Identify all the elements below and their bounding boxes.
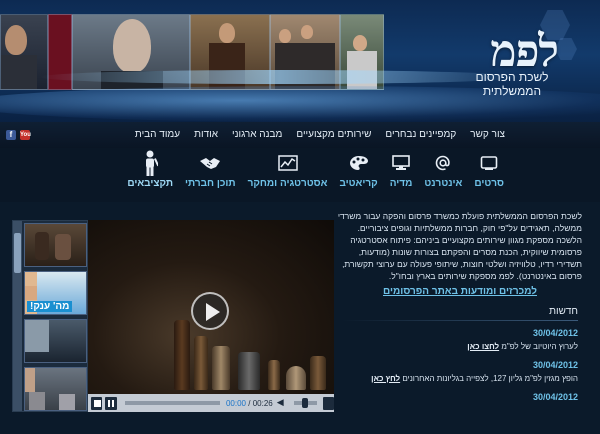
nav-links: עמוד הבית אודות מבנה ארגוני שירותים מקצו… — [135, 129, 505, 140]
pause-button[interactable] — [105, 396, 117, 410]
logo-subtitle: לשכת הפרסום — [475, 70, 549, 84]
video-frame — [286, 366, 306, 390]
video-progress-bar[interactable] — [124, 401, 220, 405]
main-nav: f You עמוד הבית אודות מבנה ארגוני שירותי… — [0, 122, 600, 148]
video-frame — [238, 352, 260, 390]
video-frame — [268, 360, 280, 390]
news-title: חדשות — [549, 306, 578, 317]
video-thumbnail[interactable] — [24, 367, 87, 411]
news-date: 30/04/2012 — [532, 392, 578, 402]
video-player[interactable] — [88, 220, 334, 412]
news-text-body: הופץ מגזין לפ"מ גליון 127, לצפייה בגליונ… — [402, 374, 578, 383]
service-label: קריאטיב — [339, 178, 378, 189]
thumbnail-scrollbar[interactable] — [13, 221, 22, 411]
services-bar: תקציבאים תוכן חברתי אסטרטגיה ומחקר קריאט… — [127, 150, 504, 196]
service-account-managers[interactable]: תקציבאים — [127, 150, 173, 196]
chart-icon — [277, 150, 298, 176]
video-thumbnail[interactable] — [24, 223, 87, 267]
nav-item-home[interactable]: עמוד הבית — [135, 129, 180, 140]
service-label: אסטרטגיה ומחקר — [247, 178, 328, 189]
nav-item-services[interactable]: שירותים מקצועיים — [296, 129, 371, 140]
total-time: 00:26 — [252, 398, 273, 408]
news-date: 30/04/2012 — [532, 328, 578, 338]
stop-button[interactable] — [91, 396, 103, 410]
hexagon-decoration — [555, 38, 577, 60]
service-label: סרטים — [474, 178, 504, 189]
volume-icon[interactable]: ◀ — [277, 398, 284, 408]
news-text: הופץ מגזין לפ"מ גליון 127, לצפייה בגליונ… — [338, 374, 578, 383]
volume-slider[interactable] — [293, 398, 317, 408]
banner-swoosh — [40, 70, 520, 84]
service-media[interactable]: מדיה — [389, 150, 413, 196]
service-creative[interactable]: קריאטיב — [339, 150, 378, 196]
service-internet[interactable]: אינטרנט — [424, 150, 462, 196]
news-text: לערוץ היוטיוב של לפ"מ לחצו כאן — [338, 342, 578, 351]
service-label: אינטרנט — [424, 178, 463, 189]
news-link[interactable]: לחצו כאן — [467, 342, 499, 351]
nav-item-contact[interactable]: צור קשר — [470, 129, 505, 140]
handshake-icon — [199, 150, 221, 176]
about-text: לשכת הפרסום הממשלתית פועלת כמשרד פרסום ו… — [337, 211, 582, 281]
news-item: 30/04/2012 הופץ מגזין לפ"מ גליון 127, לצ… — [338, 360, 578, 383]
nav-item-campaigns[interactable]: קמפיינים נבחרים — [385, 129, 456, 140]
palette-icon — [349, 150, 369, 176]
tenders-link[interactable]: למכרזים ומודעות באתר הפרסומים — [340, 286, 580, 297]
monitor-icon — [392, 150, 410, 176]
logo-subtitle: הממשלתית — [482, 84, 542, 98]
facebook-icon[interactable]: f — [6, 130, 16, 140]
social-links: f You — [6, 130, 31, 140]
service-label: מדיה — [389, 178, 413, 189]
video-thumbnail[interactable]: מה' ענק! — [24, 271, 87, 315]
news-item: 30/04/2012 לערוץ היוטיוב של לפ"מ לחצו כא… — [338, 328, 578, 351]
video-frame — [310, 356, 326, 390]
news-date: 30/04/2012 — [532, 360, 578, 370]
fullscreen-button[interactable] — [322, 396, 335, 410]
video-thumbnail[interactable] — [24, 319, 87, 363]
news-divider — [342, 320, 578, 321]
current-time: 00:00 — [225, 398, 247, 408]
service-films[interactable]: סרטים — [474, 150, 504, 196]
service-social-content[interactable]: תוכן חברתי — [185, 150, 236, 196]
nav-item-org-structure[interactable]: מבנה ארגוני — [232, 129, 282, 140]
scrollbar-knob[interactable] — [14, 233, 21, 273]
service-strategy-research[interactable]: אסטרטגיה ומחקר — [247, 150, 328, 196]
banner-photo — [0, 14, 48, 90]
volume-knob[interactable] — [301, 398, 308, 408]
tv-icon — [480, 150, 498, 176]
video-thumbnail-list: מה' ענק! — [12, 220, 88, 412]
video-controls: 00:00 / 00:26 ◀ — [88, 394, 335, 412]
youtube-icon[interactable]: You — [20, 130, 31, 140]
video-frame — [212, 346, 230, 390]
person-icon — [142, 150, 159, 176]
nav-item-about[interactable]: אודות — [194, 129, 218, 140]
play-button[interactable] — [191, 292, 229, 330]
header-banner: לפמ לשכת הפרסום הממשלתית — [0, 0, 600, 122]
video-frame — [174, 320, 190, 390]
thumbnail-badge: מה' ענק! — [27, 301, 73, 312]
news-text-body: לערוץ היוטיוב של לפ"מ — [501, 342, 578, 351]
service-label: תקציבאים — [127, 178, 173, 189]
news-link[interactable]: לחץ כאן — [371, 374, 400, 383]
time-separator: / — [248, 398, 251, 408]
at-sign-icon — [435, 150, 451, 176]
video-frame — [194, 336, 208, 390]
video-time: 00:00 / 00:26 — [226, 399, 273, 408]
service-label: תוכן חברתי — [185, 178, 236, 189]
news-item: 30/04/2012 — [338, 392, 578, 402]
